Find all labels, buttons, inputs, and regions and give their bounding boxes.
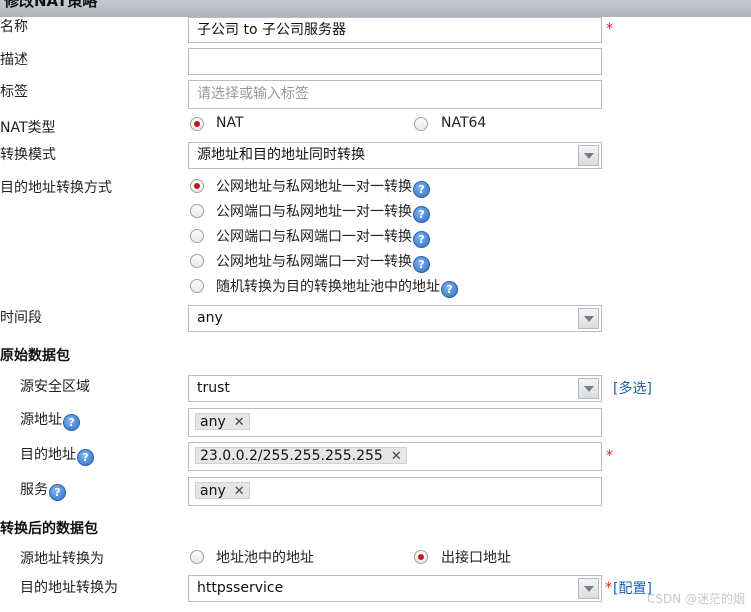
description-label: 描述: [0, 52, 28, 68]
dest-method-radio-5[interactable]: [190, 279, 204, 293]
source-zone-label: 源安全区域: [20, 379, 90, 395]
service-label: 服务?: [20, 479, 66, 501]
chevron-down-icon[interactable]: [578, 308, 599, 329]
help-icon[interactable]: ?: [413, 181, 430, 198]
source-zone-value: trust: [197, 380, 230, 396]
nat-type-label: NAT类型: [0, 120, 56, 136]
dest-method-radio-3[interactable]: [190, 229, 204, 243]
service-field[interactable]: any ✕: [188, 477, 602, 506]
dest-address-label: 目的地址?: [20, 444, 94, 466]
dest-convert-label: 目的地址转换为: [20, 580, 118, 596]
chevron-down-icon[interactable]: [578, 378, 599, 399]
help-icon[interactable]: ?: [49, 484, 66, 501]
remove-tag-icon[interactable]: ✕: [234, 415, 245, 430]
time-range-select[interactable]: any: [188, 305, 602, 332]
description-input[interactable]: [188, 48, 602, 75]
help-icon[interactable]: ?: [77, 449, 94, 466]
dest-convert-required-mark: *: [605, 580, 612, 596]
convert-mode-label: 转换模式: [0, 147, 56, 163]
source-address-tag: any ✕: [195, 413, 250, 430]
nat-type-nat-radio[interactable]: [190, 117, 204, 131]
translated-packet-heading: 转换后的数据包: [0, 521, 98, 537]
dest-method-radio-1[interactable]: [190, 179, 204, 193]
help-icon[interactable]: ?: [441, 281, 458, 298]
source-convert-label: 源地址转换为: [20, 551, 104, 567]
source-zone-select[interactable]: trust: [188, 375, 602, 402]
source-convert-egress-radio[interactable]: [414, 550, 428, 564]
dest-convert-select[interactable]: httpsservice: [188, 575, 602, 602]
dest-method-option-3: 公网端口与私网端口一对一转换?: [216, 226, 430, 248]
remove-tag-icon[interactable]: ✕: [391, 449, 402, 464]
convert-mode-select[interactable]: 源地址和目的地址同时转换: [188, 142, 602, 169]
multi-select-link[interactable]: [多选]: [613, 378, 652, 398]
help-icon[interactable]: ?: [413, 256, 430, 273]
source-convert-pool-radio[interactable]: [190, 550, 204, 564]
name-label: 名称: [0, 19, 28, 35]
chevron-down-icon[interactable]: [578, 145, 599, 166]
help-icon[interactable]: ?: [413, 206, 430, 223]
tags-label: 标签: [0, 84, 28, 100]
remove-tag-icon[interactable]: ✕: [234, 484, 245, 499]
dest-convert-method-label: 目的地址转换方式: [0, 180, 112, 196]
dest-method-option-1: 公网地址与私网地址一对一转换?: [216, 176, 430, 198]
help-icon[interactable]: ?: [413, 231, 430, 248]
nat-type-nat64-radio[interactable]: [414, 117, 428, 131]
dialog-title-bar: 修改NAT策略: [0, 0, 751, 17]
dest-convert-value: httpsservice: [197, 580, 284, 596]
name-required-mark: *: [606, 21, 613, 37]
source-convert-pool-label: 地址池中的地址: [216, 550, 314, 566]
time-range-value: any: [197, 310, 223, 326]
dest-address-tag: 23.0.0.2/255.255.255.255 ✕: [195, 447, 407, 464]
convert-mode-value: 源地址和目的地址同时转换: [197, 147, 365, 163]
dest-method-option-5: 随机转换为目的转换地址池中的地址?: [216, 276, 458, 298]
watermark: CSDN @迷茫的烟: [646, 592, 745, 606]
service-tag: any ✕: [195, 482, 250, 499]
chevron-down-icon[interactable]: [578, 578, 599, 599]
dest-method-option-2: 公网端口与私网地址一对一转换?: [216, 201, 430, 223]
time-range-label: 时间段: [0, 310, 42, 326]
name-input[interactable]: 子公司 to 子公司服务器: [188, 17, 602, 43]
source-address-label: 源地址?: [20, 409, 80, 431]
dialog-title: 修改NAT策略: [4, 0, 98, 10]
dest-address-field[interactable]: 23.0.0.2/255.255.255.255 ✕: [188, 442, 602, 471]
dest-method-radio-2[interactable]: [190, 204, 204, 218]
dest-method-radio-4[interactable]: [190, 254, 204, 268]
source-convert-egress-label: 出接口地址: [441, 550, 511, 566]
dest-address-required-mark: *: [606, 448, 613, 464]
tags-input[interactable]: 请选择或输入标签: [188, 80, 602, 109]
help-icon[interactable]: ?: [63, 414, 80, 431]
nat-type-nat64-label: NAT64: [441, 115, 487, 131]
source-address-field[interactable]: any ✕: [188, 408, 602, 437]
dest-method-option-4: 公网地址与私网端口一对一转换?: [216, 251, 430, 273]
original-packet-heading: 原始数据包: [0, 348, 70, 364]
nat-type-nat-label: NAT: [216, 115, 244, 131]
